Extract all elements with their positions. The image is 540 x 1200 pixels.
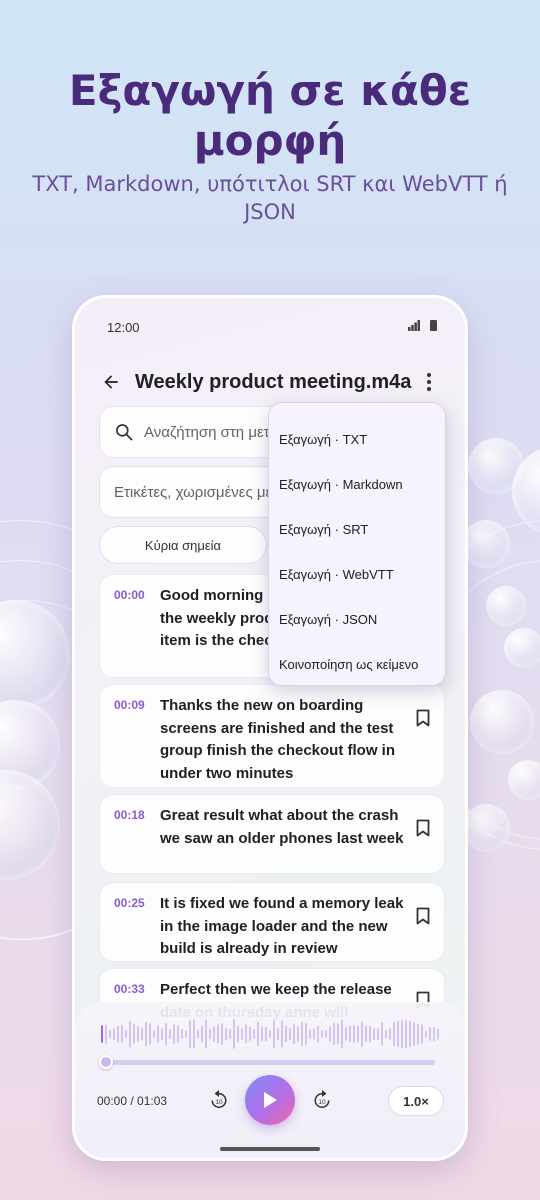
more-options-button[interactable] xyxy=(419,370,439,394)
progress-knob[interactable] xyxy=(99,1055,113,1069)
segment-timestamp[interactable]: 00:00 xyxy=(114,585,160,667)
rewind-button[interactable]: 10 xyxy=(207,1088,231,1112)
export-overflow-menu: Εξαγωγή · TXT Εξαγωγή · Markdown Εξαγωγή… xyxy=(268,402,446,686)
promo-headline-line1: Εξαγωγή σε κάθε xyxy=(68,66,472,115)
app-bar: Weekly product meeting.m4a xyxy=(99,366,447,398)
highlights-filter-chip[interactable]: Κύρια σημεία xyxy=(99,526,267,564)
signal-icon xyxy=(408,320,420,331)
promo-subline-line1: TXT, Markdown, υπότιτλοι SRT και WebVTT … xyxy=(32,172,508,196)
bookmark-icon[interactable] xyxy=(416,709,430,727)
play-icon xyxy=(264,1092,277,1108)
svg-text:10: 10 xyxy=(318,1099,326,1106)
menu-item-export-json[interactable]: Εξαγωγή · JSON xyxy=(269,597,445,642)
segment-text: Thanks the new on boarding screens are f… xyxy=(160,697,395,782)
promo-subline: TXT, Markdown, υπότιτλοι SRT και WebVTT … xyxy=(30,170,510,226)
audio-waveform[interactable] xyxy=(101,1018,441,1050)
playback-speed-button[interactable]: 1.0× xyxy=(388,1086,444,1116)
play-button[interactable] xyxy=(245,1075,295,1125)
menu-item-export-webvtt[interactable]: Εξαγωγή · WebVTT xyxy=(269,552,445,597)
bookmark-icon[interactable] xyxy=(416,819,430,837)
playback-timecode: 00:00 / 01:03 xyxy=(97,1094,168,1108)
forward-button[interactable]: 10 xyxy=(310,1088,334,1112)
promo-subline-line2: JSON xyxy=(244,200,296,224)
menu-item-export-txt[interactable]: Εξαγωγή · TXT xyxy=(269,417,445,462)
more-vert-icon xyxy=(427,373,431,391)
svg-text:10: 10 xyxy=(215,1099,223,1106)
bookmark-icon[interactable] xyxy=(416,907,430,925)
segment-timestamp[interactable]: 00:18 xyxy=(114,805,160,863)
progress-track[interactable] xyxy=(105,1060,435,1065)
transcript-segment[interactable]: 00:09 Thanks the new on boarding screens… xyxy=(99,684,445,788)
menu-item-export-srt[interactable]: Εξαγωγή · SRT xyxy=(269,507,445,552)
transcript-segment[interactable]: 00:25 It is fixed we found a memory leak… xyxy=(99,882,445,962)
home-indicator xyxy=(220,1147,320,1151)
segment-text: It is fixed we found a memory leak in th… xyxy=(160,895,404,957)
segment-timestamp[interactable]: 00:25 xyxy=(114,893,160,951)
status-time: 12:00 xyxy=(107,320,140,335)
menu-item-export-markdown[interactable]: Εξαγωγή · Markdown xyxy=(269,462,445,507)
status-icons xyxy=(408,320,437,331)
search-icon xyxy=(116,424,133,441)
promo-headline: Εξαγωγή σε κάθε μορφή xyxy=(0,66,540,166)
arrow-left-icon xyxy=(104,375,118,389)
forward-10-icon: 10 xyxy=(314,1090,330,1108)
segment-text: Great result what about the crash we saw… xyxy=(160,807,404,847)
transcript-segment[interactable]: 00:18 Great result what about the crash … xyxy=(99,794,445,874)
battery-icon xyxy=(430,320,437,331)
promo-headline-line2: μορφή xyxy=(193,116,347,165)
phone-mockup: 12:00 Weekly product meeting.m4a Αναζήτη… xyxy=(72,295,468,1161)
replay-10-icon: 10 xyxy=(211,1090,227,1108)
audio-player: 00:00 / 01:03 10 10 1.0× xyxy=(75,1002,465,1158)
menu-item-share-as-text[interactable]: Κοινοποίηση ως κείμενο xyxy=(269,642,445,687)
recording-title: Weekly product meeting.m4a xyxy=(135,370,412,393)
back-button[interactable] xyxy=(99,370,123,394)
segment-timestamp[interactable]: 00:09 xyxy=(114,695,160,777)
